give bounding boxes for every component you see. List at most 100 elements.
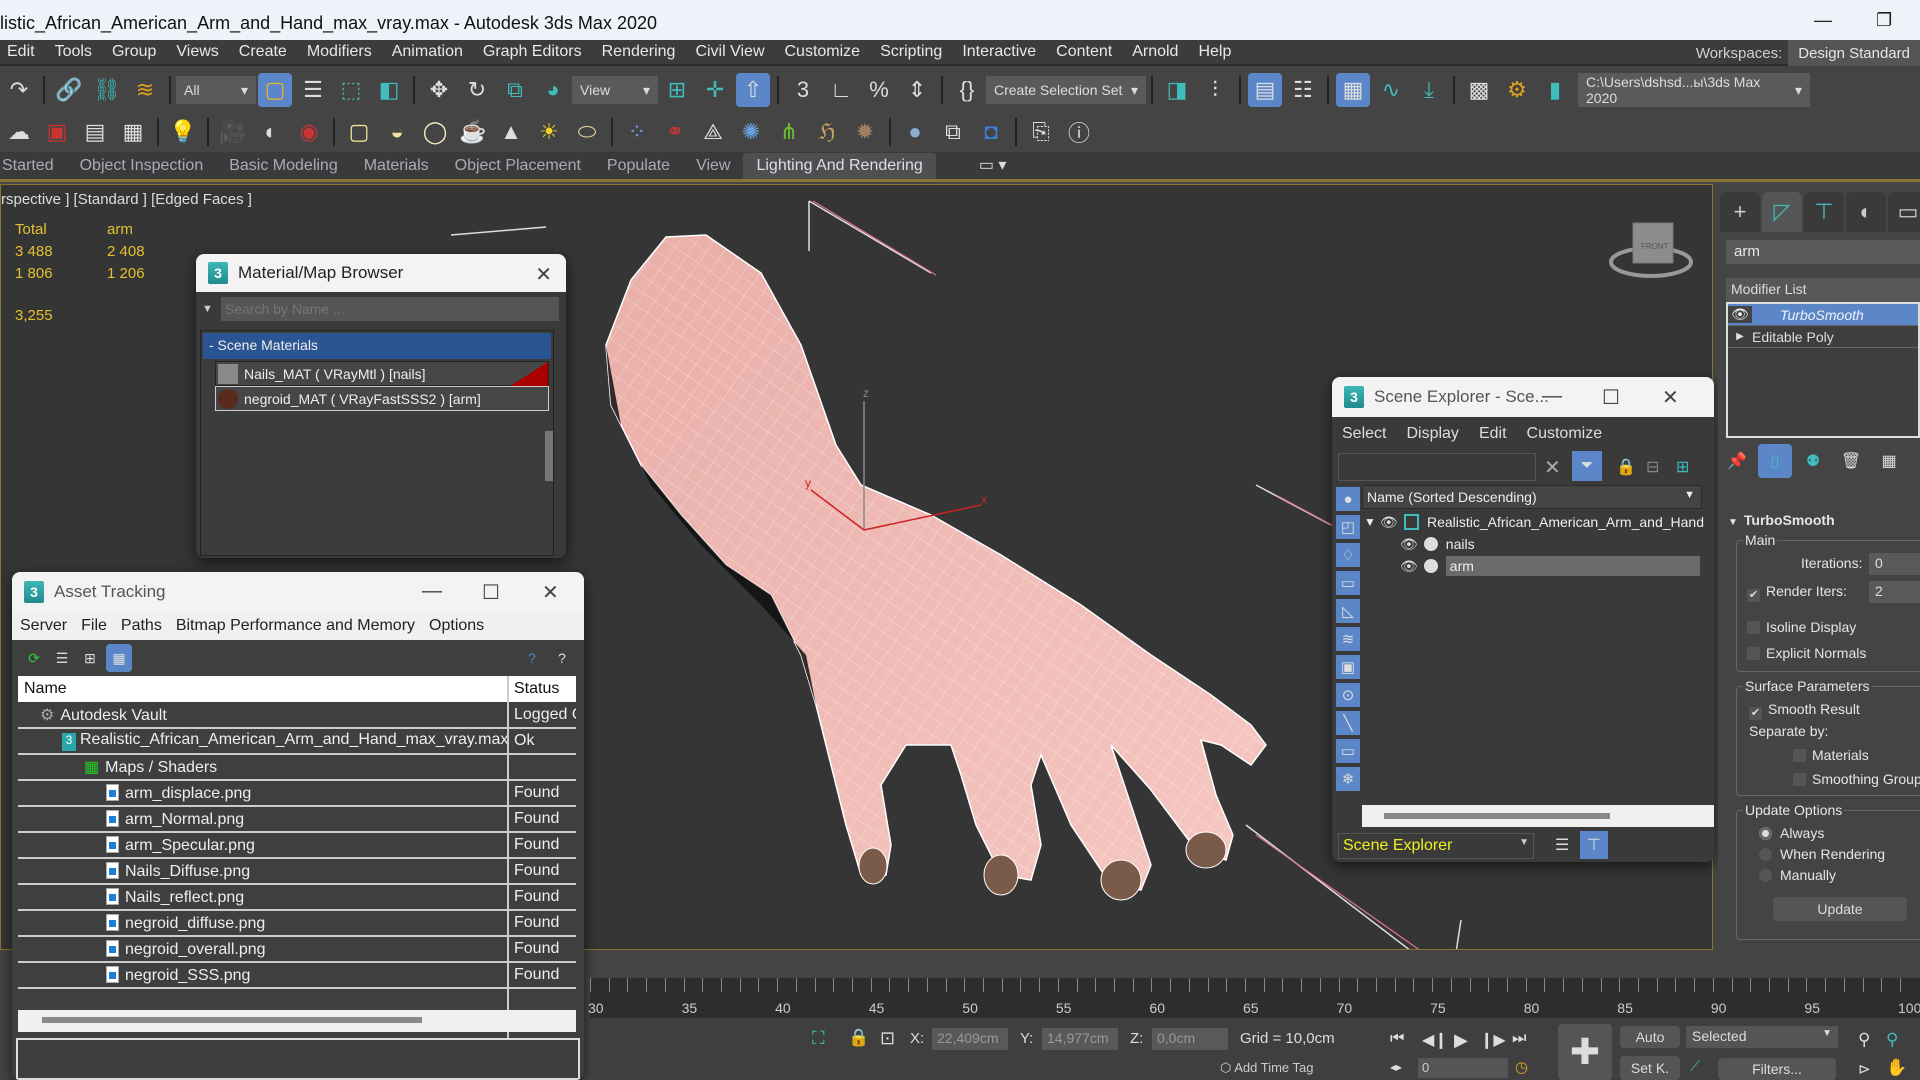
minimize-icon[interactable]: — bbox=[1542, 385, 1562, 408]
menu-customize[interactable]: Customize bbox=[778, 43, 874, 61]
material-browser-scrollbar[interactable] bbox=[545, 431, 553, 481]
percent-snap-icon[interactable]: % bbox=[862, 73, 896, 107]
asset-path-field[interactable] bbox=[16, 1038, 580, 1080]
rectangular-selection-icon[interactable]: ⬚ bbox=[334, 73, 368, 107]
menu-arnold[interactable]: Arnold bbox=[1125, 43, 1191, 61]
radio-icon[interactable] bbox=[1759, 848, 1772, 861]
ornatrix-icon[interactable]: ✹ bbox=[848, 115, 882, 149]
select-by-name-icon[interactable]: ☰ bbox=[296, 73, 330, 107]
display-bones-icon[interactable]: ╲ bbox=[1336, 711, 1360, 735]
menu-content[interactable]: Content bbox=[1049, 43, 1125, 61]
list-view-icon[interactable]: ☰ bbox=[50, 646, 74, 670]
menu-edit[interactable]: Edit bbox=[1469, 425, 1517, 443]
render-iters-checkbox[interactable]: ✔ Render Iters: bbox=[1747, 583, 1847, 602]
go-to-start-icon[interactable]: ⏮ bbox=[1390, 1030, 1404, 1048]
x-coordinate-field[interactable]: 22,409cm bbox=[932, 1028, 1008, 1050]
iterations-spinner[interactable]: 0 bbox=[1869, 553, 1920, 575]
sort-by-layers-icon[interactable]: ☰ bbox=[1548, 831, 1576, 859]
visibility-eye-icon[interactable]: 👁 bbox=[1400, 558, 1418, 575]
menu-graph-editors[interactable]: Graph Editors bbox=[476, 43, 595, 61]
menu-interactive[interactable]: Interactive bbox=[955, 43, 1049, 61]
nails-mesh[interactable] bbox=[858, 831, 1227, 901]
reference-coord-dropdown[interactable]: View ▾ bbox=[572, 76, 658, 104]
update-button[interactable]: Update bbox=[1773, 897, 1907, 921]
tab-view[interactable]: View bbox=[683, 153, 743, 179]
configure-sets-icon[interactable]: ▦ bbox=[1872, 444, 1906, 478]
angle-snap-icon[interactable]: ∟ bbox=[824, 73, 858, 107]
hierarchy-tab-icon[interactable]: ⊤ bbox=[1804, 192, 1844, 232]
menu-modifiers[interactable]: Modifiers bbox=[300, 43, 385, 61]
remove-modifier-icon[interactable]: 🗑 bbox=[1834, 444, 1868, 478]
asset-name-cell[interactable]: Nails_Diffuse.png bbox=[18, 858, 508, 885]
create-tab-icon[interactable]: + bbox=[1720, 192, 1760, 232]
menu-bitmap-performance[interactable]: Bitmap Performance and Memory bbox=[168, 617, 421, 635]
maximize-icon[interactable]: ☐ bbox=[1602, 385, 1620, 410]
display-space-warps-icon[interactable]: ≋ bbox=[1336, 627, 1360, 651]
tab-getting-started[interactable]: Started bbox=[0, 153, 67, 179]
sphere-light-icon[interactable]: ◯ bbox=[418, 115, 452, 149]
radio-manually[interactable]: Manually bbox=[1759, 867, 1836, 883]
display-lights-icon[interactable]: ♢ bbox=[1336, 543, 1360, 567]
snaps-toggle-icon[interactable]: 3 bbox=[786, 73, 820, 107]
scene-materials-group[interactable]: - Scene Materials bbox=[203, 333, 551, 359]
material-sphere-icon[interactable]: ● bbox=[898, 115, 932, 149]
export-icon[interactable]: ⎘ bbox=[1024, 115, 1058, 149]
help-vault-icon[interactable]: ? bbox=[520, 646, 544, 670]
time-slider-track[interactable]: 30 35 40 45 50 55 60 65 70 75 80 85 90 95 100 bbox=[588, 978, 1920, 1018]
viewcube[interactable]: FRONT bbox=[1609, 222, 1693, 278]
tab-object-placement[interactable]: Object Placement bbox=[442, 153, 594, 179]
menu-rendering[interactable]: Rendering bbox=[595, 43, 689, 61]
motion-tab-icon[interactable]: ◐ bbox=[1846, 192, 1886, 232]
align-icon[interactable]: ⫶ bbox=[1198, 73, 1232, 107]
selection-filter-dropdown[interactable]: All ▾ bbox=[176, 76, 256, 104]
dome-light-icon[interactable]: ◒ bbox=[380, 115, 414, 149]
project-folder-dropdown[interactable]: C:\Users\dshsd...ы\3ds Max 2020 ▾ bbox=[1578, 73, 1810, 107]
restore-button[interactable]: ❐ bbox=[1876, 10, 1892, 31]
clear-search-icon[interactable]: ✕ bbox=[1544, 455, 1561, 480]
column-status[interactable]: Status bbox=[507, 676, 576, 702]
fov-icon[interactable]: ⊳ bbox=[1858, 1060, 1871, 1078]
pin-stack-icon[interactable]: 📌 bbox=[1720, 444, 1754, 478]
spinner-snap-icon[interactable]: ⇕ bbox=[900, 73, 934, 107]
maximize-icon[interactable]: ☐ bbox=[482, 580, 500, 605]
expand-icon[interactable]: ▶ bbox=[1728, 331, 1752, 342]
bind-space-warp-icon[interactable]: ≋ bbox=[128, 73, 162, 107]
radio-always[interactable]: Always bbox=[1759, 825, 1824, 841]
menu-help[interactable]: Help bbox=[1191, 43, 1244, 61]
hierarchy-expand-icon[interactable]: ⊞ bbox=[1676, 457, 1689, 477]
named-selection-dropdown[interactable]: Create Selection Set ▾ bbox=[986, 76, 1146, 104]
expand-icon[interactable]: ▼ bbox=[1364, 515, 1376, 529]
scrollbar-thumb[interactable] bbox=[1384, 813, 1610, 819]
tab-lighting-and-rendering[interactable]: Lighting And Rendering bbox=[743, 153, 936, 179]
asset-row[interactable]: Nails_reflect.png Found bbox=[18, 884, 576, 911]
visibility-eye-icon[interactable]: 👁 bbox=[1728, 306, 1752, 323]
menu-paths[interactable]: Paths bbox=[113, 617, 168, 635]
menu-server[interactable]: Server bbox=[12, 617, 73, 635]
zoom-all-icon[interactable]: ⚲ bbox=[1886, 1030, 1898, 1050]
separate-smoothing-groups-checkbox[interactable]: Smoothing Groups bbox=[1793, 771, 1920, 787]
asset-name-cell[interactable]: arm_displace.png bbox=[18, 780, 508, 807]
tab-populate[interactable]: Populate bbox=[594, 153, 683, 179]
select-object-icon[interactable]: ▢ bbox=[258, 73, 292, 107]
schematic-view-icon[interactable]: ⤓ bbox=[1412, 73, 1446, 107]
asset-name-cell[interactable]: arm_Specular.png bbox=[18, 832, 508, 859]
checkbox-icon[interactable] bbox=[1747, 647, 1760, 660]
place-icon[interactable]: ◕ bbox=[536, 73, 570, 107]
z-coordinate-field[interactable]: 0,0cm bbox=[1152, 1028, 1228, 1050]
checkbox-checked-icon[interactable]: ✔ bbox=[1747, 589, 1760, 602]
scene-explorer-titlebar[interactable]: 3 Scene Explorer - Sce... — ☐ ✕ bbox=[1332, 377, 1714, 417]
menu-file[interactable]: File bbox=[73, 617, 113, 635]
render-presets-icon[interactable]: ▦ bbox=[116, 115, 150, 149]
asset-row[interactable]: ▦ Maps / Shaders bbox=[18, 754, 576, 781]
hierarchy-collapse-icon[interactable]: ⊟ bbox=[1646, 457, 1659, 477]
toggle-ribbon-icon[interactable]: ▦ bbox=[1336, 73, 1370, 107]
selection-lock-icon[interactable]: 🔒 bbox=[848, 1028, 869, 1048]
collapse-icon[interactable]: ▼ bbox=[1728, 517, 1738, 528]
tree-item-arm[interactable]: 👁 arm bbox=[1400, 555, 1700, 577]
tangent-icon[interactable]: ⟋ bbox=[1690, 1058, 1700, 1075]
show-end-result-icon[interactable]: ▯ bbox=[1758, 444, 1792, 478]
asset-row[interactable]: Nails_Diffuse.png Found bbox=[18, 858, 576, 885]
stack-item-editable-poly[interactable]: ▶ Editable Poly bbox=[1728, 326, 1918, 348]
checkbox-icon[interactable] bbox=[1793, 749, 1806, 762]
modify-tab-icon[interactable]: ◸ bbox=[1762, 192, 1802, 232]
